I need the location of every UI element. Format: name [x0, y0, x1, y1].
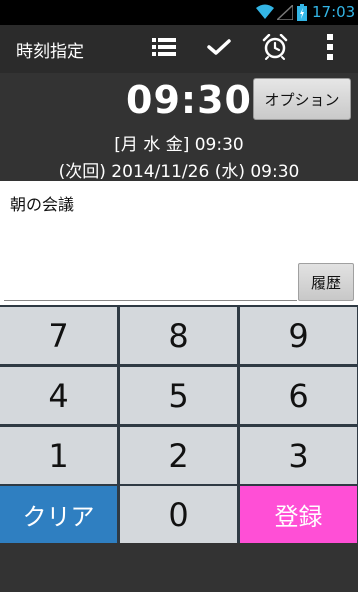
- option-button[interactable]: オプション: [253, 78, 351, 120]
- status-clock: 17:03: [312, 3, 356, 21]
- overflow-menu-icon: [327, 34, 333, 64]
- battery-icon: [297, 4, 307, 25]
- clear-button[interactable]: クリア: [0, 486, 117, 543]
- history-button[interactable]: 履歴: [298, 263, 354, 301]
- memo-underline: [4, 300, 297, 301]
- key-2[interactable]: 2: [120, 427, 237, 484]
- alarm-time[interactable]: 09:30: [122, 78, 252, 122]
- next-alarm: (次回) 2014/11/26 (水) 09:30: [58, 162, 300, 182]
- status-bar: 17:03: [0, 0, 358, 25]
- key-5[interactable]: 5: [120, 367, 237, 424]
- keypad: 7 8 9 4 5 6 1 2 3 クリア 0 登録: [0, 305, 358, 543]
- register-button[interactable]: 登録: [240, 486, 357, 543]
- screen-title: 時刻指定: [16, 42, 84, 62]
- wifi-icon: [256, 4, 274, 24]
- key-4[interactable]: 4: [0, 367, 117, 424]
- key-8[interactable]: 8: [120, 307, 237, 364]
- action-bar: 時刻指定: [0, 25, 358, 73]
- key-3[interactable]: 3: [240, 427, 357, 484]
- signal-icon: [275, 3, 294, 24]
- memo-field[interactable]: 朝の会議 履歴: [0, 181, 358, 305]
- key-0[interactable]: 0: [120, 486, 237, 543]
- alarm-button[interactable]: [251, 25, 299, 73]
- list-icon: [152, 37, 176, 61]
- repeat-days: [月 水 金] 09:30: [114, 135, 244, 155]
- check-icon: [207, 38, 231, 60]
- key-6[interactable]: 6: [240, 367, 357, 424]
- bottom-area: [0, 543, 358, 592]
- confirm-button[interactable]: [195, 25, 243, 73]
- key-7[interactable]: 7: [0, 307, 117, 364]
- list-button[interactable]: [140, 25, 188, 73]
- memo-text[interactable]: 朝の会議: [10, 191, 74, 215]
- key-9[interactable]: 9: [240, 307, 357, 364]
- overflow-menu-button[interactable]: [306, 25, 354, 73]
- key-1[interactable]: 1: [0, 427, 117, 484]
- alarm-clock-icon: [262, 33, 288, 64]
